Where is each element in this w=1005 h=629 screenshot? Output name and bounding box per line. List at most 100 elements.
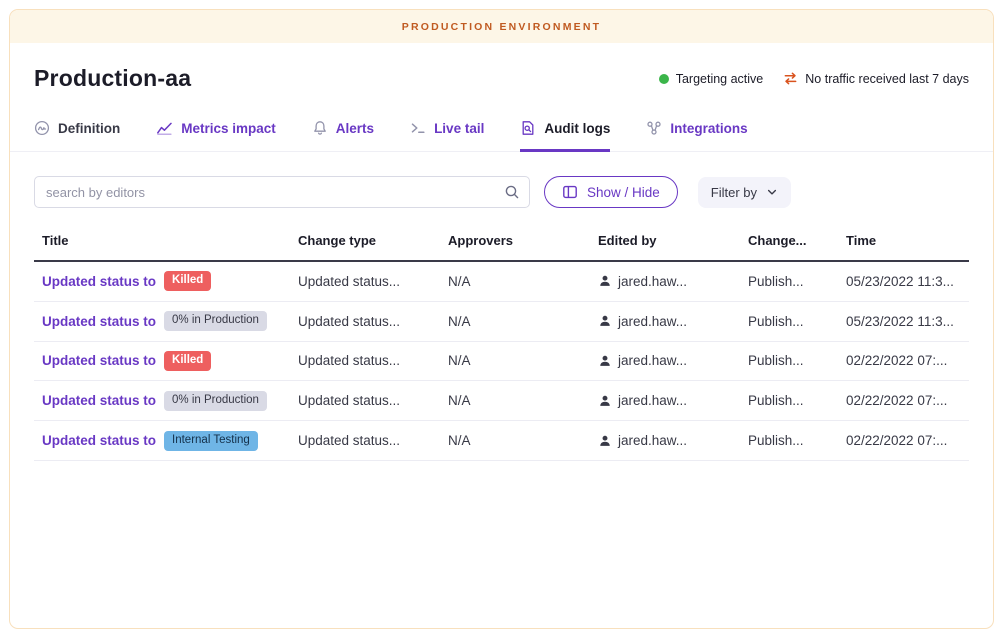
row-title-cell: Updated status to Killed (34, 271, 290, 291)
row-time: 05/23/2022 11:3... (838, 274, 969, 289)
row-approvers: N/A (440, 274, 590, 289)
row-time: 05/23/2022 11:3... (838, 314, 969, 329)
person-icon (598, 434, 612, 448)
search-input[interactable] (34, 176, 530, 208)
column-header-change: Change... (740, 224, 838, 260)
row-title-cell: Updated status to 0% in Production (34, 311, 290, 331)
search-field-wrap (34, 176, 530, 208)
row-change-type: Updated status... (290, 433, 440, 448)
person-icon (598, 354, 612, 368)
row-edited-by: jared.haw... (590, 353, 740, 368)
table-row[interactable]: Updated status to 0% in Production Updat… (34, 302, 969, 342)
person-icon (598, 274, 612, 288)
column-header-title: Title (34, 224, 290, 260)
row-title-link[interactable]: Updated status to (42, 314, 156, 329)
terminal-icon (410, 120, 426, 136)
traffic-status-label: No traffic received last 7 days (805, 72, 969, 86)
filter-by-label: Filter by (711, 185, 757, 200)
row-edited-by: jared.haw... (590, 393, 740, 408)
column-header-change-type: Change type (290, 224, 440, 260)
row-title-cell: Updated status to Killed (34, 351, 290, 371)
table-row[interactable]: Updated status to Killed Updated status.… (34, 262, 969, 302)
column-header-time: Time (838, 224, 969, 260)
targeting-active-dot-icon (659, 74, 669, 84)
row-approvers: N/A (440, 314, 590, 329)
tab-alerts-label: Alerts (336, 121, 374, 136)
status-badge: Killed (164, 351, 211, 371)
column-header-edited-by: Edited by (590, 224, 740, 260)
editor-name: jared.haw... (618, 433, 687, 448)
tab-definition[interactable]: Definition (34, 120, 120, 152)
row-change-type: Updated status... (290, 393, 440, 408)
tab-bar: Definition Metrics impact Alerts (10, 120, 993, 152)
targeting-status-label: Targeting active (676, 72, 764, 86)
editor-name: jared.haw... (618, 274, 687, 289)
person-icon (598, 394, 612, 408)
traffic-arrows-icon (783, 71, 798, 86)
row-title-link[interactable]: Updated status to (42, 274, 156, 289)
row-change: Publish... (740, 353, 838, 368)
tab-integrations[interactable]: Integrations (646, 120, 747, 152)
row-change: Publish... (740, 274, 838, 289)
editor-name: jared.haw... (618, 353, 687, 368)
row-time: 02/22/2022 07:... (838, 433, 969, 448)
table-row[interactable]: Updated status to Killed Updated status.… (34, 342, 969, 382)
row-change: Publish... (740, 433, 838, 448)
chevron-down-icon (766, 186, 778, 198)
show-hide-label: Show / Hide (587, 185, 660, 200)
bell-icon (312, 120, 328, 136)
row-approvers: N/A (440, 433, 590, 448)
page-title: Production-aa (34, 65, 191, 92)
tab-metrics-impact-label: Metrics impact (181, 121, 276, 136)
definition-icon (34, 120, 50, 136)
filter-by-dropdown[interactable]: Filter by (698, 177, 791, 208)
status-badge: 0% in Production (164, 391, 267, 411)
tab-audit-logs-label: Audit logs (544, 121, 610, 136)
tab-live-tail-label: Live tail (434, 121, 484, 136)
status-badge: Killed (164, 271, 211, 291)
row-title-cell: Updated status to Internal Testing (34, 431, 290, 451)
editor-name: jared.haw... (618, 314, 687, 329)
tab-integrations-label: Integrations (670, 121, 747, 136)
targeting-status: Targeting active (659, 72, 764, 86)
row-change: Publish... (740, 314, 838, 329)
integrations-icon (646, 120, 662, 136)
row-title-link[interactable]: Updated status to (42, 393, 156, 408)
row-time: 02/22/2022 07:... (838, 393, 969, 408)
row-title-cell: Updated status to 0% in Production (34, 391, 290, 411)
row-edited-by: jared.haw... (590, 433, 740, 448)
editor-name: jared.haw... (618, 393, 687, 408)
row-change: Publish... (740, 393, 838, 408)
row-title-link[interactable]: Updated status to (42, 353, 156, 368)
row-edited-by: jared.haw... (590, 274, 740, 289)
environment-banner: PRODUCTION ENVIRONMENT (10, 10, 993, 43)
row-time: 02/22/2022 07:... (838, 353, 969, 368)
search-icon (504, 184, 520, 205)
status-badge: 0% in Production (164, 311, 267, 331)
row-change-type: Updated status... (290, 353, 440, 368)
metrics-chart-icon (156, 120, 173, 136)
status-badge: Internal Testing (164, 431, 258, 451)
tab-live-tail[interactable]: Live tail (410, 120, 484, 152)
table-row[interactable]: Updated status to 0% in Production Updat… (34, 381, 969, 421)
person-icon (598, 314, 612, 328)
audit-log-table: Title Change type Approvers Edited by Ch… (34, 224, 969, 461)
environment-card: PRODUCTION ENVIRONMENT Production-aa Tar… (9, 9, 994, 629)
row-title-link[interactable]: Updated status to (42, 433, 156, 448)
row-change-type: Updated status... (290, 274, 440, 289)
traffic-status: No traffic received last 7 days (783, 71, 969, 86)
columns-icon (562, 184, 578, 200)
tab-audit-logs[interactable]: Audit logs (520, 120, 610, 152)
table-header-row: Title Change type Approvers Edited by Ch… (34, 224, 969, 262)
status-group: Targeting active No traffic received las… (659, 71, 969, 86)
row-change-type: Updated status... (290, 314, 440, 329)
page-header: Production-aa Targeting active No traffi… (34, 65, 969, 92)
audit-log-icon (520, 120, 536, 136)
row-approvers: N/A (440, 353, 590, 368)
table-row[interactable]: Updated status to Internal Testing Updat… (34, 421, 969, 461)
toolbar: Show / Hide Filter by (34, 176, 969, 208)
show-hide-columns-button[interactable]: Show / Hide (544, 176, 678, 208)
tab-alerts[interactable]: Alerts (312, 120, 374, 152)
audit-table-body: Updated status to Killed Updated status.… (34, 262, 969, 461)
tab-metrics-impact[interactable]: Metrics impact (156, 120, 276, 152)
